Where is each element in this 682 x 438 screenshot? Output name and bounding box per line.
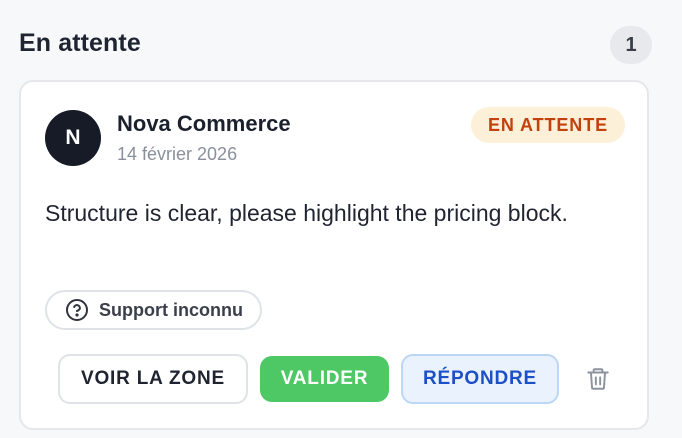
support-chip-label: Support inconnu: [99, 299, 243, 320]
comment-text: Structure is clear, please highlight the…: [45, 200, 568, 226]
comment-card: N Nova Commerce 14 février 2026 EN ATTEN…: [19, 80, 649, 430]
avatar: N: [45, 110, 101, 166]
comment-date: 14 février 2026: [117, 144, 238, 164]
question-circle-icon: [65, 298, 99, 322]
status-badge: EN ATTENTE: [471, 107, 625, 143]
trash-icon[interactable]: [583, 364, 613, 394]
comment-actions: VOIR LA ZONE VALIDER RÉPONDRE: [58, 354, 613, 404]
section-title: En attente: [19, 29, 141, 57]
count-badge: 1: [610, 26, 652, 64]
validate-button[interactable]: VALIDER: [260, 356, 389, 402]
view-zone-button[interactable]: VOIR LA ZONE: [58, 354, 248, 404]
author-name: Nova Commerce: [117, 111, 291, 136]
reply-button[interactable]: RÉPONDRE: [401, 354, 559, 404]
section-header: En attente 1: [19, 26, 653, 64]
pending-section: En attente 1 N Nova Commerce 14 février …: [0, 0, 682, 438]
support-chip: Support inconnu: [45, 290, 262, 330]
